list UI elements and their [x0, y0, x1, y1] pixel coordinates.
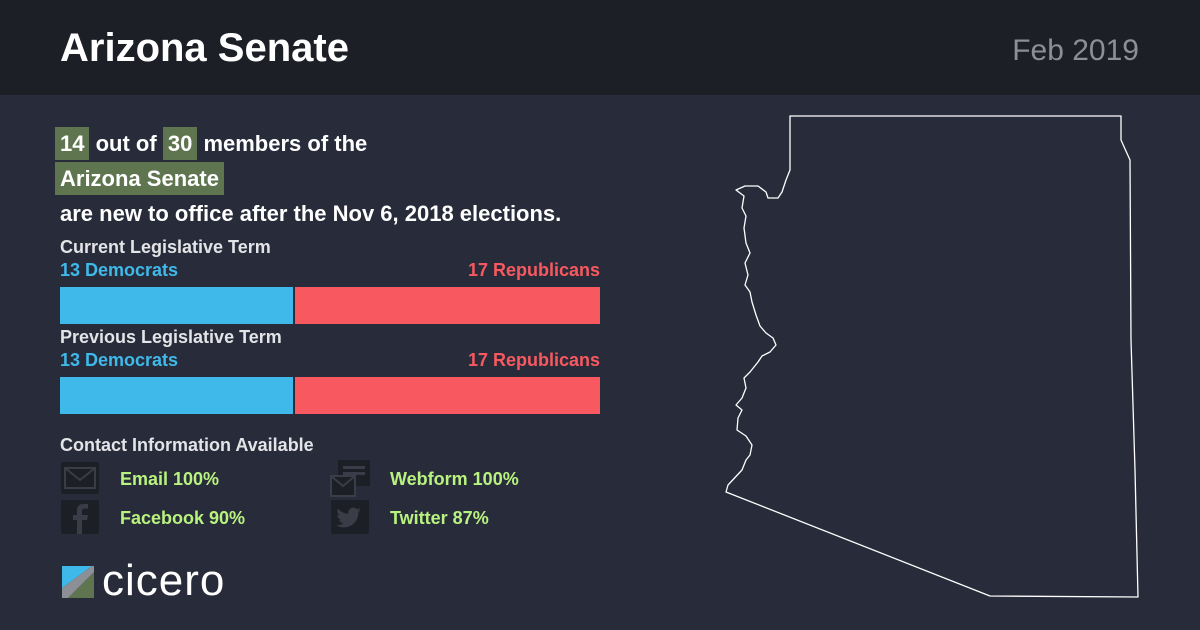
previous-dem-label: 13 Democrats [60, 350, 179, 370]
new-member-count: 14 [55, 127, 90, 160]
cicero-wordmark: cicero [102, 556, 226, 605]
contact-title: Contact Information Available [60, 435, 314, 455]
header-bar: Arizona Senate Feb 2019 [0, 0, 1200, 95]
cicero-logo: cicero [62, 556, 282, 605]
headline-rest-text: are new to office after the Nov 6, 2018 … [60, 201, 562, 226]
twitter-stat: Twitter 87% [390, 508, 489, 528]
date-label: Feb 2019 [1012, 34, 1139, 67]
chamber-name: Arizona Senate [55, 162, 224, 195]
previous-term-bar [60, 377, 600, 414]
headline: 14 out of 30 members of the Arizona Sena… [55, 126, 561, 231]
email-icon [60, 461, 100, 495]
members-of-text: members of the [203, 131, 368, 156]
out-of-text: out of [95, 131, 157, 156]
current-term-label: Current Legislative Term [60, 237, 271, 257]
facebook-icon [60, 499, 100, 535]
facebook-stat: Facebook 90% [120, 508, 246, 528]
current-rep-segment [295, 287, 600, 324]
headline-line-1: 14 out of 30 members of the [55, 126, 561, 161]
total-member-count: 30 [162, 127, 198, 160]
previous-dem-segment [60, 377, 293, 414]
arizona-map-outline [725, 115, 1139, 598]
headline-line-2: Arizona Senate [55, 161, 561, 196]
current-rep-label: 17 Republicans [467, 260, 600, 280]
webform-stat: Webform 100% [390, 469, 519, 489]
previous-rep-segment [295, 377, 600, 414]
webform-icon [330, 458, 372, 498]
current-dem-segment [60, 287, 293, 324]
current-dem-label: 13 Democrats [60, 260, 179, 280]
twitter-icon [330, 499, 370, 535]
current-term-bar [60, 287, 600, 324]
headline-line-3: are new to office after the Nov 6, 2018 … [55, 196, 561, 231]
cicero-logo-icon [62, 566, 94, 598]
email-stat: Email 100% [120, 469, 220, 489]
previous-term-label: Previous Legislative Term [60, 327, 282, 347]
page-title: Arizona Senate [60, 26, 349, 70]
previous-rep-label: 17 Republicans [467, 350, 600, 370]
